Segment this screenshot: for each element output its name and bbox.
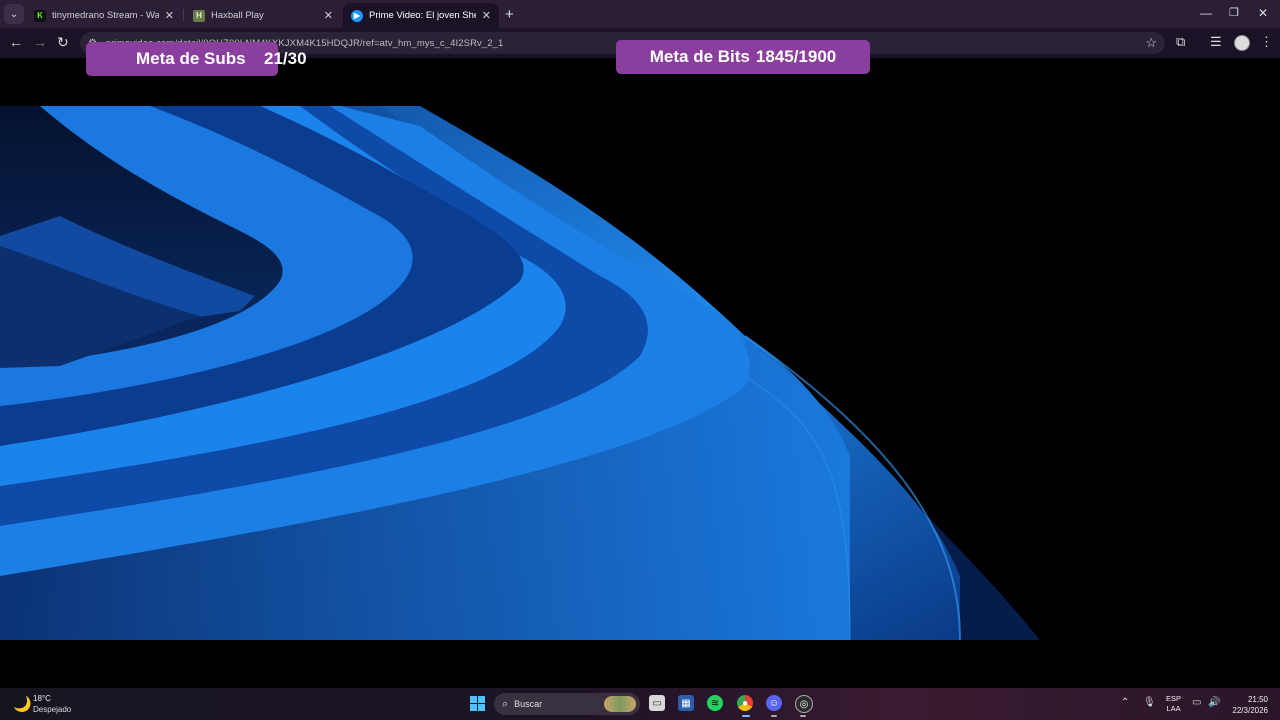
search-icon: ⌕ — [502, 697, 509, 710]
close-window-button[interactable]: ✕ — [1258, 6, 1268, 20]
tab-title: tinymedrano Stream - Watch Li — [52, 10, 159, 21]
store-icon[interactable]: ▦ — [678, 695, 694, 711]
discord-icon[interactable]: ☺ — [766, 695, 782, 711]
running-indicator — [742, 715, 750, 717]
tab-search-button[interactable]: ⌄ — [4, 4, 24, 24]
tab-divider — [183, 9, 184, 21]
close-icon[interactable]: ✕ — [324, 9, 333, 22]
tab-title: Prime Video: El joven Sherlock — [369, 10, 476, 21]
bookmark-star-icon[interactable]: ☆ — [1145, 35, 1157, 51]
chevron-up-icon[interactable]: ⌃ — [1121, 697, 1129, 708]
network-icon[interactable]: ▭ — [1192, 697, 1201, 708]
subs-goal-label: Meta de Subs — [136, 49, 246, 68]
clock[interactable]: 21:50 22/3/2026 — [1228, 694, 1268, 716]
language-indicator[interactable]: ESP LAA — [1166, 694, 1181, 714]
minimize-button[interactable]: — — [1200, 6, 1212, 20]
tab-haxball[interactable]: H Haxball Play ✕ — [185, 3, 341, 28]
restore-button[interactable]: ❐ — [1229, 6, 1239, 19]
tab-kick[interactable]: K tinymedrano Stream - Watch Li ✕ — [26, 3, 182, 28]
desktop-wallpaper — [0, 106, 1280, 640]
search-highlight-icon — [604, 696, 636, 712]
menu-icon[interactable]: ⋮ — [1260, 34, 1273, 50]
moon-icon[interactable]: 🌙 — [13, 695, 32, 713]
microphone-icon[interactable]: 🎙 — [1143, 697, 1156, 708]
search-placeholder: Buscar — [514, 699, 543, 709]
forward-button[interactable]: → — [33, 34, 47, 50]
haxball-icon: H — [193, 9, 205, 22]
avatar[interactable] — [1234, 35, 1250, 51]
keyboard-layout: LAA — [1166, 704, 1181, 713]
prime-video-icon: ▶ — [351, 9, 363, 22]
chevron-down-icon: ⌄ — [9, 8, 19, 20]
language-code: ESP — [1166, 694, 1182, 703]
running-indicator — [800, 715, 806, 717]
weather-temp[interactable]: 18°C — [33, 694, 51, 703]
reload-button[interactable]: ↻ — [57, 34, 69, 51]
start-button[interactable] — [470, 696, 485, 711]
tab-strip: ⌄ K tinymedrano Stream - Watch Li ✕ H Ha… — [0, 0, 1280, 28]
bits-goal-label: Meta de Bits — [649, 47, 750, 66]
extensions-icon[interactable]: ⧉ — [1176, 34, 1185, 50]
clock-time: 21:50 — [1247, 695, 1268, 704]
wallpaper-art — [0, 106, 1040, 640]
bits-goal-value: 1845/1900 — [755, 47, 837, 66]
video-letterbox — [0, 640, 1280, 688]
close-icon[interactable]: ✕ — [482, 9, 491, 22]
back-button[interactable]: ← — [9, 34, 23, 50]
close-icon[interactable]: ✕ — [165, 9, 174, 22]
volume-icon[interactable]: 🔊 — [1208, 697, 1220, 708]
tab-title: Haxball Play — [211, 10, 264, 21]
kick-icon: K — [34, 9, 46, 22]
tab-prime-video[interactable]: ▶ Prime Video: El joven Sherlock ✕ — [343, 3, 499, 28]
clock-date: 22/3/2026 — [1232, 706, 1268, 715]
chrome-icon[interactable]: ● — [737, 695, 753, 711]
bits-goal-overlay: Meta de Bits 1845/1900 — [616, 40, 870, 74]
file-explorer-icon[interactable]: ▭ — [649, 695, 665, 711]
new-tab-button[interactable]: + — [505, 6, 514, 23]
subs-goal-overlay: Meta de Subs 21/30 — [86, 42, 307, 76]
media-control-icon[interactable]: ☰ — [1210, 34, 1222, 50]
taskbar — [0, 688, 1280, 720]
running-indicator — [771, 715, 777, 717]
subs-goal-value: 21/30 — [264, 49, 307, 68]
spotify-icon[interactable]: ≋ — [707, 695, 723, 711]
taskbar-search[interactable]: ⌕ Buscar — [494, 693, 640, 715]
weather-desc[interactable]: Despejado — [33, 705, 71, 714]
obs-icon[interactable]: ◎ — [795, 695, 813, 713]
